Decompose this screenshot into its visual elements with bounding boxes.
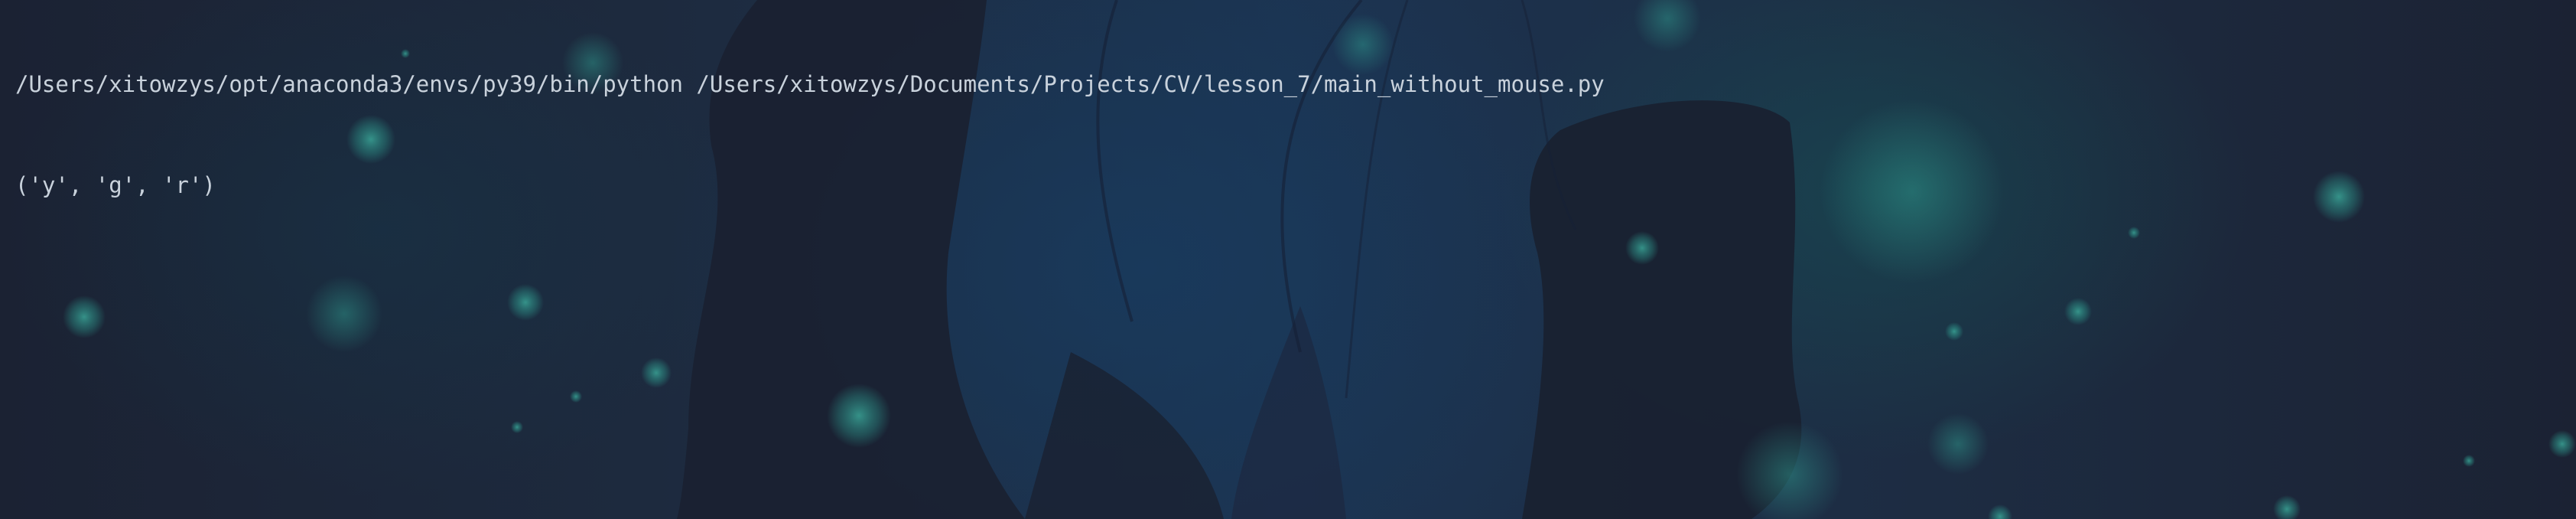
bokeh-light	[827, 384, 891, 448]
bokeh-light	[2273, 495, 2301, 519]
bokeh-light	[1927, 413, 1989, 475]
silhouette-shape	[1025, 352, 1224, 519]
bokeh-light	[2128, 227, 2140, 239]
command-line: /Users/xitowzys/opt/anaconda3/envs/py39/…	[15, 71, 1605, 97]
bokeh-light	[1625, 231, 1659, 265]
bokeh-light	[2463, 455, 2475, 467]
bokeh-light	[511, 421, 523, 433]
bokeh-light	[2548, 430, 2576, 458]
bokeh-light	[1820, 100, 2004, 283]
bokeh-light	[1945, 322, 1963, 341]
terminal-output: /Users/xitowzys/opt/anaconda3/envs/py39/…	[15, 0, 1605, 269]
bokeh-light	[2064, 298, 2092, 325]
output-line: ('y', 'g', 'r')	[15, 172, 216, 198]
bokeh-light	[2313, 171, 2365, 223]
bokeh-light	[63, 295, 106, 338]
silhouette-shape	[1231, 306, 1346, 519]
bokeh-light	[641, 357, 672, 388]
bokeh-light	[507, 284, 544, 321]
bokeh-light	[570, 390, 582, 403]
terminal-window[interactable]: /Users/xitowzys/opt/anaconda3/envs/py39/…	[0, 0, 2576, 519]
bokeh-light	[1634, 0, 1701, 52]
bokeh-light	[1988, 504, 2012, 519]
bokeh-light	[306, 276, 382, 352]
